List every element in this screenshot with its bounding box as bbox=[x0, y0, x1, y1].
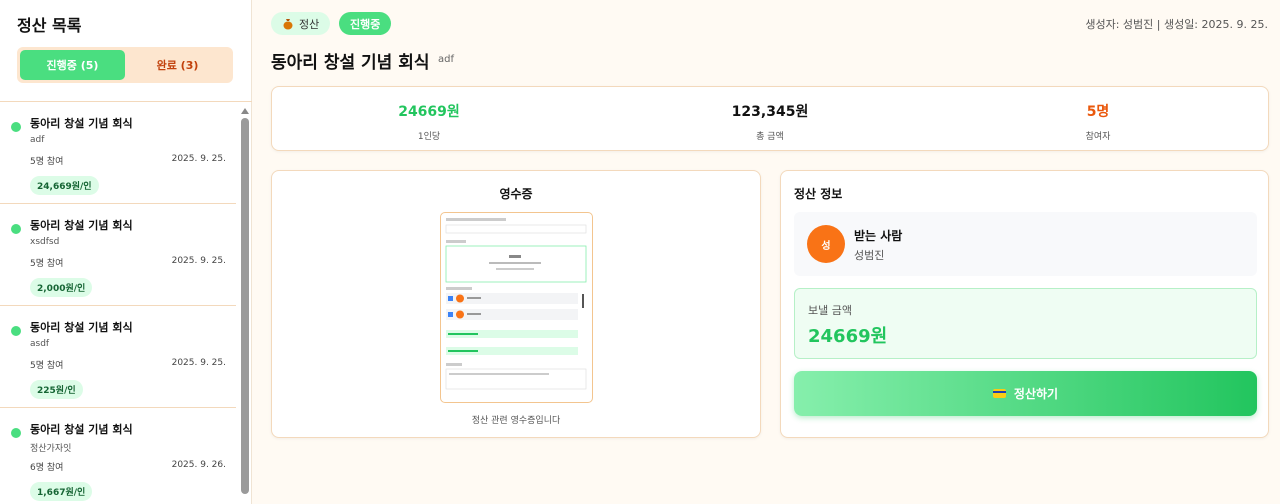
item-date: 2025. 9. 26. bbox=[171, 460, 226, 470]
item-title: 동아리 창설 기념 회식 bbox=[30, 423, 133, 436]
status-dot bbox=[11, 326, 21, 336]
stat-per-person: 24669원 1인당 bbox=[329, 101, 529, 142]
item-description: 정산가자잇 bbox=[30, 444, 72, 454]
receipt-preview-graphic bbox=[445, 218, 587, 390]
sidebar: 정산 목록 진행중 (5) 완료 (3) 동아리 창설 기념 회식 adf 5명… bbox=[0, 0, 252, 504]
stat-label: 1인당 bbox=[417, 132, 441, 142]
list-item[interactable]: 동아리 창설 기념 회식 adf 5명 참여 2025. 9. 25. 24,6… bbox=[0, 102, 236, 204]
receiver-label: 받는 사람 bbox=[854, 229, 903, 243]
scroll-thumb[interactable] bbox=[241, 118, 249, 494]
per-person-badge: 24,669원/인 bbox=[30, 176, 99, 195]
per-person-badge: 225원/인 bbox=[30, 380, 83, 399]
settlement-info-title: 정산 정보 bbox=[794, 187, 843, 201]
stat-value: 123,345원 bbox=[731, 104, 809, 120]
list-item[interactable]: 동아리 창설 기념 회식 asdf 5명 참여 2025. 9. 25. 225… bbox=[0, 306, 236, 408]
status-tabs: 진행중 (5) 완료 (3) bbox=[17, 47, 233, 83]
item-date: 2025. 9. 25. bbox=[171, 256, 226, 266]
stat-total: 123,345원 총 금액 bbox=[670, 101, 870, 142]
money-bag-icon bbox=[283, 18, 293, 29]
item-description: xsdfsd bbox=[30, 237, 60, 247]
stat-label: 총 금액 bbox=[756, 132, 784, 142]
page-subtitle: adf bbox=[438, 54, 454, 65]
amount-box: 보낼 금액 24669원 bbox=[794, 288, 1257, 359]
avatar: 성 bbox=[807, 225, 845, 263]
creator-meta: 생성자: 성범진 | 생성일: 2025. 9. 25. bbox=[1085, 18, 1268, 31]
item-description: asdf bbox=[30, 339, 50, 349]
item-description: adf bbox=[30, 135, 45, 145]
item-participants: 6명 참여 bbox=[30, 463, 64, 473]
sidebar-scrollbar[interactable] bbox=[241, 108, 249, 498]
receipt-title: 영수증 bbox=[499, 187, 533, 201]
settle-button-label: 정산하기 bbox=[1013, 387, 1059, 401]
item-participants: 5명 참여 bbox=[30, 361, 64, 371]
item-participants: 5명 참여 bbox=[30, 157, 64, 167]
list-item[interactable]: 동아리 창설 기념 회식 xsdfsd 5명 참여 2025. 9. 25. 2… bbox=[0, 204, 236, 306]
receiver-box: 성 받는 사람 성범진 bbox=[794, 212, 1257, 276]
per-person-badge: 2,000원/인 bbox=[30, 278, 93, 297]
stat-participants: 5명 참여자 bbox=[998, 101, 1198, 142]
stats-card: 24669원 1인당 123,345원 총 금액 5명 참여자 bbox=[271, 86, 1269, 151]
receipt-card: 영수증 정산 관련 영수증입니다 bbox=[271, 170, 761, 438]
settlement-info-card: 정산 정보 성 받는 사람 성범진 보낼 금액 24669원 정산하기 bbox=[780, 170, 1269, 438]
page-title: 동아리 창설 기념 회식 bbox=[271, 53, 430, 73]
tab-completed[interactable]: 완료 (3) bbox=[125, 50, 230, 80]
status-chip: 진행중 bbox=[339, 12, 392, 35]
amount-value: 24669원 bbox=[808, 326, 888, 347]
category-label: 정산 bbox=[299, 17, 320, 31]
item-date: 2025. 9. 25. bbox=[171, 358, 226, 368]
item-date: 2025. 9. 25. bbox=[171, 154, 226, 164]
per-person-badge: 1,667원/인 bbox=[30, 482, 93, 501]
stat-value: 24669원 bbox=[398, 104, 460, 120]
item-title: 동아리 창설 기념 회식 bbox=[30, 321, 133, 334]
item-participants: 5명 참여 bbox=[30, 259, 64, 269]
settlement-list: 동아리 창설 기념 회식 adf 5명 참여 2025. 9. 25. 24,6… bbox=[0, 102, 236, 504]
status-dot bbox=[11, 224, 21, 234]
sidebar-title: 정산 목록 bbox=[17, 16, 82, 35]
amount-label: 보낼 금액 bbox=[808, 304, 852, 317]
item-title: 동아리 창설 기념 회식 bbox=[30, 117, 133, 130]
stat-value: 5명 bbox=[1086, 104, 1110, 120]
credit-card-icon bbox=[992, 389, 1006, 398]
stat-label: 참여자 bbox=[1085, 132, 1111, 142]
status-dot bbox=[11, 428, 21, 438]
tab-in-progress[interactable]: 진행중 (5) bbox=[20, 50, 125, 80]
scroll-up-arrow-icon[interactable] bbox=[241, 108, 249, 114]
settle-button[interactable]: 정산하기 bbox=[794, 371, 1257, 416]
receiver-name: 성범진 bbox=[854, 249, 885, 262]
receipt-caption: 정산 관련 영수증입니다 bbox=[471, 416, 561, 426]
item-title: 동아리 창설 기념 회식 bbox=[30, 219, 133, 232]
receipt-image[interactable] bbox=[440, 212, 593, 403]
list-item[interactable]: 동아리 창설 기념 회식 정산가자잇 6명 참여 2025. 9. 26. 1,… bbox=[0, 408, 236, 504]
status-dot bbox=[11, 122, 21, 132]
category-chip: 정산 bbox=[271, 12, 331, 35]
